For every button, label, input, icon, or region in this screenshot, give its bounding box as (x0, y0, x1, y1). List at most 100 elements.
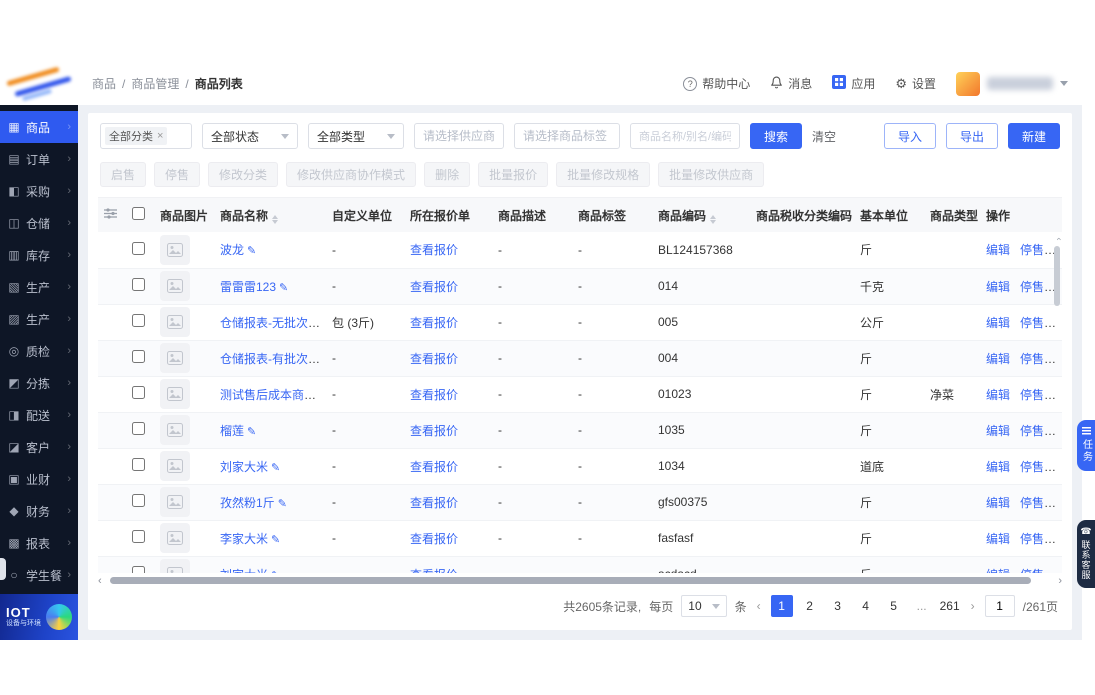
view-quote-link[interactable]: 查看报价 (410, 496, 458, 510)
edit-link[interactable]: 编辑 (986, 460, 1010, 474)
page-button-5[interactable]: 5 (883, 595, 905, 617)
product-name-link[interactable]: 仓储报表-有批次 (220, 352, 320, 366)
column-header-product-name[interactable]: 商品名称 (214, 198, 326, 232)
page-button-3[interactable]: 3 (827, 595, 849, 617)
column-settings-icon[interactable] (98, 198, 126, 232)
scroll-left-icon[interactable]: ‹ (98, 576, 102, 587)
sidebar-item-sorting[interactable]: ◩ 分拣 › (0, 367, 78, 399)
view-quote-link[interactable]: 查看报价 (410, 352, 458, 366)
user-menu[interactable] (956, 71, 1068, 96)
view-quote-link[interactable]: 查看报价 (410, 532, 458, 546)
prev-page-button[interactable]: ‹ (755, 599, 763, 613)
page-button-4[interactable]: 4 (855, 595, 877, 617)
row-checkbox[interactable] (132, 314, 145, 327)
remove-tag-icon[interactable]: × (157, 130, 163, 142)
sidebar-item-business-finance[interactable]: ▣ 业财 › (0, 463, 78, 495)
edit-supplier-mode-batch-button[interactable]: 修改供应商协作模式 (286, 162, 417, 187)
search-button[interactable]: 搜索 (750, 123, 803, 149)
product-name-link[interactable]: 刘家大米 (220, 568, 268, 574)
edit-link[interactable]: 编辑 (986, 352, 1010, 366)
product-name-link[interactable]: 刘家大米 (220, 460, 268, 474)
status-select[interactable]: 全部状态 (202, 123, 298, 149)
row-checkbox[interactable] (132, 350, 145, 363)
edit-link[interactable]: 编辑 (986, 424, 1010, 438)
sidebar-collapse-handle[interactable] (0, 558, 6, 580)
category-filter[interactable]: 全部分类 × (100, 123, 192, 149)
batch-edit-supplier-batch-button[interactable]: 批量修改供应商 (658, 162, 765, 187)
product-tag-input[interactable] (514, 123, 620, 149)
sidebar-item-reports[interactable]: ▩ 报表 › (0, 527, 78, 559)
page-button-2[interactable]: 2 (799, 595, 821, 617)
view-quote-link[interactable]: 查看报价 (410, 460, 458, 474)
row-checkbox[interactable] (132, 422, 145, 435)
sort-icon[interactable] (710, 214, 717, 224)
settings-button[interactable]: ⚙ 设置 (895, 75, 936, 92)
row-checkbox[interactable] (132, 386, 145, 399)
sidebar-item-customers[interactable]: ◪ 客户 › (0, 431, 78, 463)
row-checkbox[interactable] (132, 494, 145, 507)
row-checkbox[interactable] (132, 566, 145, 573)
sidebar-item-warehouse[interactable]: ◫ 仓储 › (0, 207, 78, 239)
view-quote-link[interactable]: 查看报价 (410, 424, 458, 438)
view-quote-link[interactable]: 查看报价 (410, 316, 458, 330)
sidebar-item-purchase[interactable]: ◧ 采购 › (0, 175, 78, 207)
product-name-link[interactable]: 仓储报表-无批次 (220, 316, 320, 330)
sidebar-item-quality[interactable]: ◎ 质检 › (0, 335, 78, 367)
delete-batch-button[interactable]: 删除 (424, 162, 471, 187)
type-select[interactable]: 全部类型 (308, 123, 404, 149)
row-checkbox[interactable] (132, 530, 145, 543)
page-jump-input[interactable] (984, 595, 1015, 617)
edit-link[interactable]: 编辑 (986, 316, 1010, 330)
stop-sale-batch-button[interactable]: 停售 (154, 162, 201, 187)
row-checkbox[interactable] (132, 241, 145, 255)
edit-category-batch-button[interactable]: 修改分类 (208, 162, 279, 187)
sort-icon[interactable] (272, 214, 279, 224)
apps-button[interactable]: 应用 (832, 75, 875, 92)
next-page-button[interactable]: › (969, 599, 977, 613)
column-header-type[interactable]: 商品类型 (924, 198, 980, 232)
sidebar-item-production-2[interactable]: ▨ 生产 › (0, 303, 78, 335)
edit-link[interactable]: 编辑 (986, 496, 1010, 510)
sidebar-item-production-1[interactable]: ▧ 生产 › (0, 271, 78, 303)
stop-sale-link[interactable]: 停售 (1020, 352, 1044, 366)
edit-link[interactable]: 编辑 (986, 243, 1010, 257)
product-name-link[interactable]: 波龙 (220, 243, 244, 257)
product-name-link[interactable]: 榴莲 (220, 424, 244, 438)
edit-link[interactable]: 编辑 (986, 532, 1010, 546)
row-checkbox[interactable] (132, 458, 145, 471)
stop-sale-link[interactable]: 停售 (1020, 568, 1044, 574)
sidebar-item-orders[interactable]: ▤ 订单 › (0, 143, 78, 175)
stop-sale-link[interactable]: 停售 (1020, 243, 1044, 257)
edit-link[interactable]: 编辑 (986, 388, 1010, 402)
customer-service-float-button[interactable]: ☎ 联系客服 (1077, 520, 1095, 588)
edit-name-icon[interactable]: ✎ (278, 498, 287, 510)
sidebar-item-delivery[interactable]: ◨ 配送 › (0, 399, 78, 431)
edit-name-icon[interactable]: ✎ (271, 462, 280, 474)
edit-name-icon[interactable]: ✎ (247, 426, 256, 438)
stop-sale-link[interactable]: 停售 (1020, 280, 1044, 294)
per-page-select[interactable]: 10 (681, 595, 727, 617)
create-button[interactable]: 新建 (1007, 123, 1060, 149)
start-sale-batch-button[interactable]: 启售 (100, 162, 147, 187)
column-header-code[interactable]: 商品编码 (652, 198, 750, 232)
stop-sale-link[interactable]: 停售 (1020, 460, 1044, 474)
edit-name-icon[interactable]: ✎ (271, 570, 280, 574)
page-button-1[interactable]: 1 (770, 595, 793, 617)
view-quote-link[interactable]: 查看报价 (410, 243, 458, 257)
product-name-link[interactable]: 测试售后成本商品 (220, 388, 316, 402)
sidebar-item-goods[interactable]: ▦ 商品 › (0, 111, 78, 143)
view-quote-link[interactable]: 查看报价 (410, 388, 458, 402)
stop-sale-link[interactable]: 停售 (1020, 424, 1044, 438)
task-float-button[interactable]: 任务 (1077, 420, 1095, 471)
scroll-up-icon[interactable]: ‹ (1055, 238, 1063, 241)
view-quote-link[interactable]: 查看报价 (410, 568, 458, 574)
product-name-link[interactable]: 雷雷雷123 (220, 280, 276, 294)
stop-sale-link[interactable]: 停售 (1020, 388, 1044, 402)
product-name-link[interactable]: 孜然粉1斤 (220, 496, 275, 510)
horizontal-scrollbar-thumb[interactable] (110, 577, 1031, 584)
breadcrumb-goods-management[interactable]: 商品管理 (131, 75, 179, 92)
select-all-checkbox[interactable] (132, 207, 145, 220)
stop-sale-link[interactable]: 停售 (1020, 496, 1044, 510)
edit-link[interactable]: 编辑 (986, 568, 1010, 574)
product-name-link[interactable]: 李家大米 (220, 532, 268, 546)
